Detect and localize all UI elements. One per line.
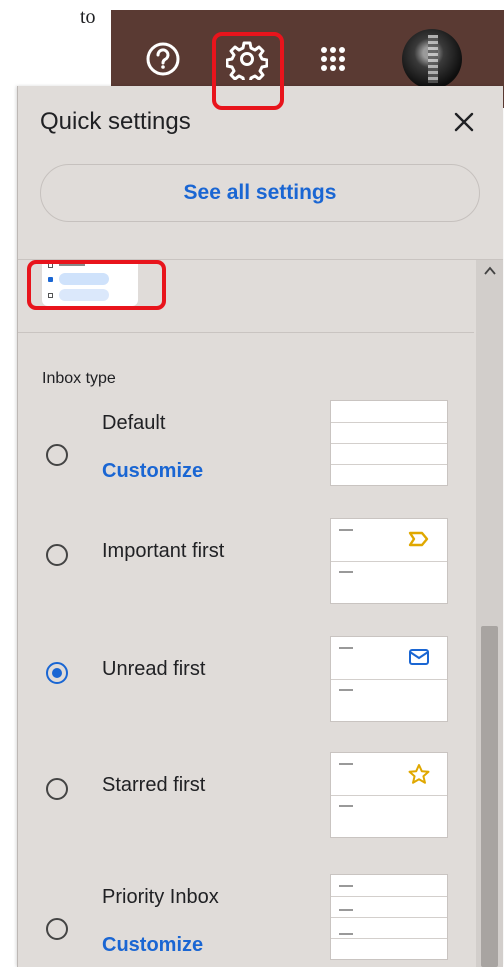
- customize-link[interactable]: Customize: [102, 934, 203, 957]
- see-all-settings-button[interactable]: See all settings: [40, 164, 480, 222]
- radio-button[interactable]: [46, 918, 68, 940]
- radio-button-selected[interactable]: [46, 662, 68, 684]
- quick-settings-panel: Quick settings See all settings Inbox ty…: [17, 86, 503, 967]
- document-text-fragment: to: [80, 6, 96, 28]
- quick-settings-title: Quick settings: [40, 108, 191, 135]
- quick-settings-scroll-area: Inbox type Default Customize Important fir…: [18, 260, 503, 967]
- close-icon: [454, 112, 474, 132]
- customize-link[interactable]: Customize: [102, 460, 203, 483]
- scrollbar-thumb[interactable]: [481, 626, 498, 967]
- inbox-type-option-label: Default: [102, 412, 166, 434]
- inbox-type-preview: [330, 518, 448, 604]
- radio-button[interactable]: [46, 778, 68, 800]
- inbox-type-highlight-box: [27, 260, 166, 310]
- inbox-type-heading: Inbox type: [42, 370, 116, 387]
- avatar-image: [402, 29, 462, 89]
- inbox-type-preview: [330, 752, 448, 838]
- quick-settings-header: Quick settings See all settings: [18, 86, 503, 260]
- inbox-type-option-label: Priority Inbox: [102, 886, 219, 908]
- inbox-type-preview: [330, 400, 448, 486]
- star-icon: [407, 763, 431, 784]
- scrollbar[interactable]: [476, 260, 503, 967]
- scroll-up-arrow-icon[interactable]: [476, 260, 503, 282]
- inbox-type-option-label: Unread first: [102, 658, 206, 680]
- section-divider: [18, 332, 474, 333]
- radio-button[interactable]: [46, 544, 68, 566]
- envelope-icon: [407, 647, 431, 667]
- settings-highlight-box: [212, 32, 284, 110]
- inbox-type-preview: [330, 874, 448, 960]
- radio-button[interactable]: [46, 444, 68, 466]
- inbox-type-option-label: Starred first: [102, 774, 206, 796]
- important-marker-icon: [407, 529, 431, 549]
- inbox-type-option-label: Important first: [102, 540, 225, 562]
- close-button[interactable]: [446, 104, 482, 140]
- inbox-type-preview: [330, 636, 448, 722]
